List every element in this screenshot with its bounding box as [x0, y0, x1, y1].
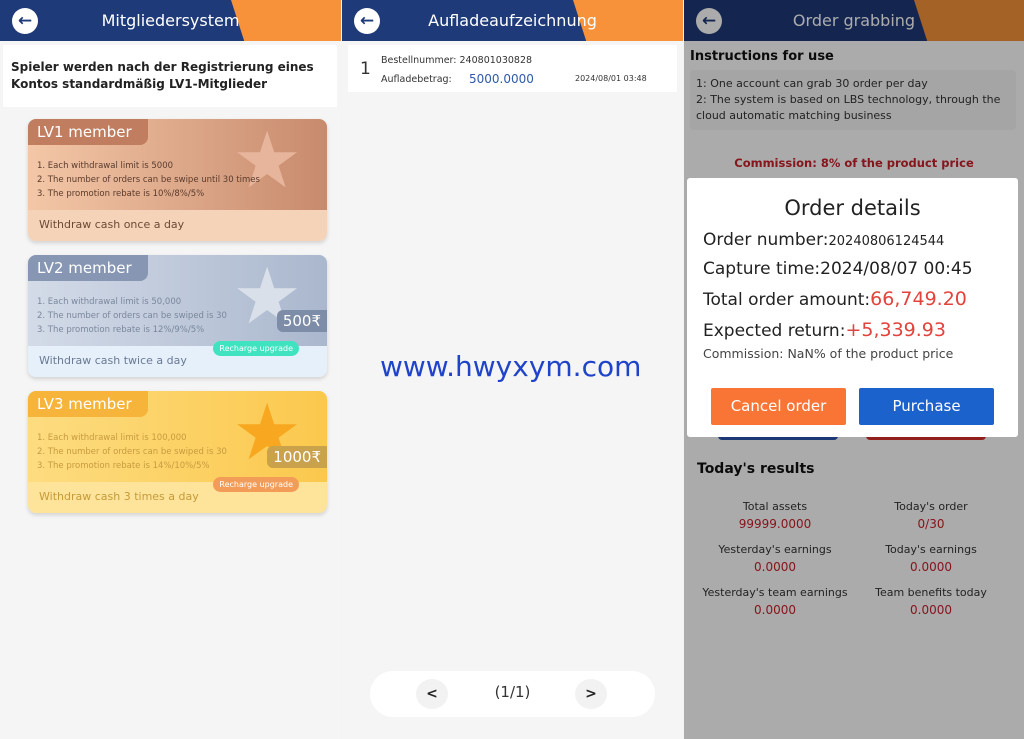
intro-text: Spieler werden nach der Registrierung ei… — [3, 45, 337, 107]
withdraw-text: Withdraw cash twice a day — [39, 354, 187, 367]
modal-title: Order details — [784, 196, 921, 220]
rule: 1. Each withdrawal limit is 5000 — [37, 161, 174, 171]
order-number-value: 20240806124544 — [828, 234, 945, 249]
header: ← Mitgliedersystem — [0, 0, 341, 41]
amount-value: 5000.0000 — [469, 72, 534, 86]
amount-label: Aufladebetrag: — [381, 74, 452, 85]
watermark: www.hwyxym.com — [380, 350, 642, 383]
recharge-upgrade-button[interactable]: Recharge upgrade — [213, 477, 299, 492]
card-title: LV2 member — [28, 255, 148, 281]
lv2-card: ★ LV2 member 1. Each withdrawal limit is… — [28, 255, 327, 377]
price-badge: 1000₹ — [267, 446, 327, 468]
card-title: LV1 member — [28, 119, 148, 145]
order-grabbing-screen: ← Order grabbing Instructions for use 1:… — [684, 0, 1024, 739]
capture-time-value: 2024/08/07 00:45 — [820, 259, 973, 279]
header: ← Aufladeaufzeichnung — [342, 0, 683, 41]
lv1-card: ★ LV1 member 1. Each withdrawal limit is… — [28, 119, 327, 241]
card-title: LV3 member — [28, 391, 148, 417]
rule: 3. The promotion rebate is 14%/10%/5% — [37, 461, 210, 471]
next-page-button[interactable]: > — [575, 679, 607, 709]
cancel-order-button[interactable]: Cancel order — [711, 388, 846, 425]
page-title: Mitgliedersystem — [101, 11, 240, 30]
purchase-button[interactable]: Purchase — [859, 388, 994, 425]
record-index: 1 — [360, 59, 371, 79]
order-details-modal: Order details Order number:2024080612454… — [687, 178, 1018, 437]
page-indicator: (1/1) — [494, 683, 531, 701]
record-datetime: 2024/08/01 03:48 — [575, 74, 647, 83]
membership-screen: ← Mitgliedersystem Spieler werden nach d… — [0, 0, 341, 739]
rule: 2. The number of orders can be swiped is… — [37, 311, 227, 321]
rule: 2. The number of orders can be swipe unt… — [37, 175, 260, 185]
rule: 3. The promotion rebate is 12%/9%/5% — [37, 325, 205, 335]
rule: 2. The number of orders can be swiped is… — [37, 447, 227, 457]
order-number-label: Order number: — [703, 230, 829, 250]
rule: 3. The promotion rebate is 10%/8%/5% — [37, 189, 205, 199]
withdraw-text: Withdraw cash 3 times a day — [39, 490, 199, 503]
modal-commission: Commission: NaN% of the product price — [703, 346, 954, 361]
price-badge: 500₹ — [276, 310, 327, 332]
order-number: Bestellnummer: 240801030828 — [381, 55, 533, 66]
rule: 1. Each withdrawal limit is 50,000 — [37, 297, 182, 307]
pagination: < (1/1) > — [370, 671, 655, 717]
total-amount-value: 66,749.20 — [870, 288, 967, 310]
total-amount-label: Total order amount: — [703, 290, 871, 310]
rule: 1. Each withdrawal limit is 100,000 — [37, 433, 187, 443]
lv3-card: ★ LV3 member 1. Each withdrawal limit is… — [28, 391, 327, 513]
withdraw-text: Withdraw cash once a day — [28, 210, 327, 241]
capture-time-label: Capture time: — [703, 259, 821, 279]
expected-return-label: Expected return: — [703, 321, 846, 341]
recharge-upgrade-button[interactable]: Recharge upgrade — [213, 341, 299, 356]
expected-return-value: +5,339.93 — [845, 319, 946, 341]
list-item[interactable]: 1 Bestellnummer: 240801030828 Aufladebet… — [348, 45, 677, 92]
page-title: Aufladeaufzeichnung — [428, 11, 597, 30]
